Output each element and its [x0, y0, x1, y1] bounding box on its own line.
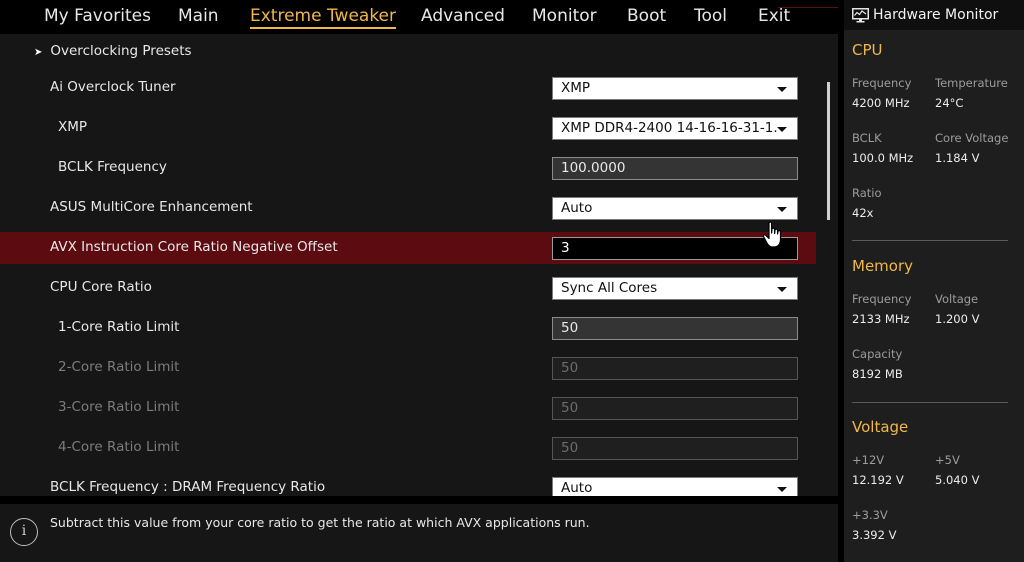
select-value: Auto: [561, 480, 593, 496]
setting-row-2-core-ratio-limit: 2-Core Ratio Limit 50: [0, 352, 816, 384]
dropdown-caret-icon: [777, 287, 787, 292]
hardware-monitor-title: Hardware Monitor: [873, 7, 999, 23]
setting-label: 3-Core Ratio Limit: [58, 399, 180, 415]
voltage-5v-value: 5.040 V: [935, 473, 980, 487]
setting-row-avx-offset[interactable]: AVX Instruction Core Ratio Negative Offs…: [0, 232, 816, 264]
dropdown-caret-icon: [777, 487, 787, 492]
voltage-12v-label: +12V: [852, 453, 885, 467]
setting-row-bclk-frequency[interactable]: BCLK Frequency 100.0000: [0, 152, 816, 184]
overclocking-presets-label: Overclocking Presets: [50, 43, 192, 59]
memory-capacity-value: 8192 MB: [852, 367, 903, 381]
select-value: XMP: [561, 80, 591, 96]
help-bar: i Subtract this value from your core rat…: [0, 504, 838, 562]
cpu-section-title: CPU: [852, 41, 883, 59]
setting-row-multicore-enhancement[interactable]: ASUS MultiCore Enhancement Auto: [0, 192, 816, 224]
memory-voltage-value: 1.200 V: [935, 312, 980, 326]
tab-my-favorites[interactable]: My Favorites: [44, 6, 151, 26]
monitor-icon: [852, 8, 869, 23]
cpu-frequency-label: Frequency: [852, 76, 912, 90]
settings-panel: ➤ Overclocking Presets Ai Overclock Tuner…: [0, 34, 838, 496]
bclk-frequency-input[interactable]: 100.0000: [552, 157, 798, 180]
multicore-enhancement-select[interactable]: Auto: [552, 197, 798, 220]
cpu-ratio-label: Ratio: [852, 186, 882, 200]
dropdown-caret-icon: [777, 127, 787, 132]
setting-row-4-core-ratio-limit: 4-Core Ratio Limit 50: [0, 432, 816, 464]
hardware-monitor-header: Hardware Monitor: [844, 0, 1024, 30]
memory-voltage-label: Voltage: [935, 292, 979, 306]
memory-frequency-value: 2133 MHz: [852, 312, 910, 326]
section-divider: [852, 240, 1008, 241]
setting-label: 4-Core Ratio Limit: [58, 439, 180, 455]
overclocking-presets-link[interactable]: ➤ Overclocking Presets: [34, 43, 192, 59]
tab-main[interactable]: Main: [178, 6, 219, 26]
select-value: XMP DDR4-2400 14-16-16-31-1.: [561, 120, 778, 136]
tab-monitor[interactable]: Monitor: [532, 6, 597, 26]
settings-scrollbar[interactable]: [827, 82, 830, 220]
tab-exit[interactable]: Exit: [758, 6, 790, 26]
setting-row-ai-overclock-tuner[interactable]: Ai Overclock Tuner XMP: [0, 72, 816, 104]
cpu-core-voltage-label: Core Voltage: [935, 131, 1009, 145]
2-core-ratio-limit-input: 50: [552, 357, 798, 380]
setting-label: 2-Core Ratio Limit: [58, 359, 180, 375]
3-core-ratio-limit-input: 50: [552, 397, 798, 420]
setting-label: 1-Core Ratio Limit: [58, 319, 180, 335]
info-icon: i: [10, 518, 38, 546]
tab-tool[interactable]: Tool: [694, 6, 727, 26]
xmp-profile-select[interactable]: XMP DDR4-2400 14-16-16-31-1.: [552, 117, 798, 140]
setting-row-bclk-dram-ratio[interactable]: BCLK Frequency : DRAM Frequency Ratio Au…: [0, 472, 816, 496]
hand-cursor-icon: [762, 221, 782, 248]
select-value: Sync All Cores: [561, 280, 658, 296]
cpu-bclk-value: 100.0 MHz: [852, 151, 914, 165]
select-value: Auto: [561, 200, 593, 216]
memory-section-title: Memory: [852, 257, 914, 275]
setting-label: ASUS MultiCore Enhancement: [50, 199, 253, 215]
setting-label: Ai Overclock Tuner: [50, 79, 176, 95]
memory-frequency-label: Frequency: [852, 292, 912, 306]
setting-label: BCLK Frequency: [58, 159, 167, 175]
setting-label: AVX Instruction Core Ratio Negative Offs…: [50, 239, 338, 255]
dropdown-caret-icon: [777, 87, 787, 92]
cpu-frequency-value: 4200 MHz: [852, 96, 910, 110]
voltage-3v3-value: 3.392 V: [852, 528, 897, 542]
bclk-dram-ratio-select[interactable]: Auto: [552, 477, 798, 496]
memory-capacity-label: Capacity: [852, 347, 903, 361]
dropdown-caret-icon: [777, 207, 787, 212]
setting-row-xmp[interactable]: XMP XMP DDR4-2400 14-16-16-31-1.: [0, 112, 816, 144]
cpu-bclk-label: BCLK: [852, 131, 882, 145]
tab-extreme-tweaker[interactable]: Extreme Tweaker: [250, 6, 397, 29]
setting-label: XMP: [58, 119, 88, 135]
4-core-ratio-limit-input: 50: [552, 437, 798, 460]
help-text: Subtract this value from your core ratio…: [50, 515, 590, 530]
voltage-12v-value: 12.192 V: [852, 473, 904, 487]
cpu-ratio-value: 42x: [852, 206, 874, 220]
tab-advanced[interactable]: Advanced: [421, 6, 505, 26]
setting-label: CPU Core Ratio: [50, 279, 152, 295]
cpu-temperature-value: 24°C: [935, 96, 964, 110]
voltage-3v3-label: +3.3V: [852, 508, 888, 522]
1-core-ratio-limit-input[interactable]: 50: [552, 317, 798, 340]
voltage-5v-label: +5V: [935, 453, 960, 467]
cpu-temperature-label: Temperature: [935, 76, 1008, 90]
top-menu-bar: My Favorites Main Extreme Tweaker Advanc…: [0, 0, 838, 34]
cpu-core-voltage-value: 1.184 V: [935, 151, 980, 165]
voltage-section-title: Voltage: [852, 418, 909, 436]
decorative-line: [778, 7, 838, 8]
setting-label: BCLK Frequency : DRAM Frequency Ratio: [50, 479, 326, 495]
hardware-monitor-panel: Hardware Monitor CPU Frequency Temperatu…: [844, 0, 1024, 562]
section-divider: [852, 402, 1008, 403]
setting-row-cpu-core-ratio[interactable]: CPU Core Ratio Sync All Cores: [0, 272, 816, 304]
tab-boot[interactable]: Boot: [627, 6, 666, 26]
submenu-arrow-icon: ➤: [34, 47, 43, 58]
setting-row-1-core-ratio-limit[interactable]: 1-Core Ratio Limit 50: [0, 312, 816, 344]
ai-overclock-tuner-select[interactable]: XMP: [552, 77, 798, 100]
panel-divider: [0, 496, 838, 504]
setting-row-3-core-ratio-limit: 3-Core Ratio Limit 50: [0, 392, 816, 424]
cpu-core-ratio-select[interactable]: Sync All Cores: [552, 277, 798, 300]
